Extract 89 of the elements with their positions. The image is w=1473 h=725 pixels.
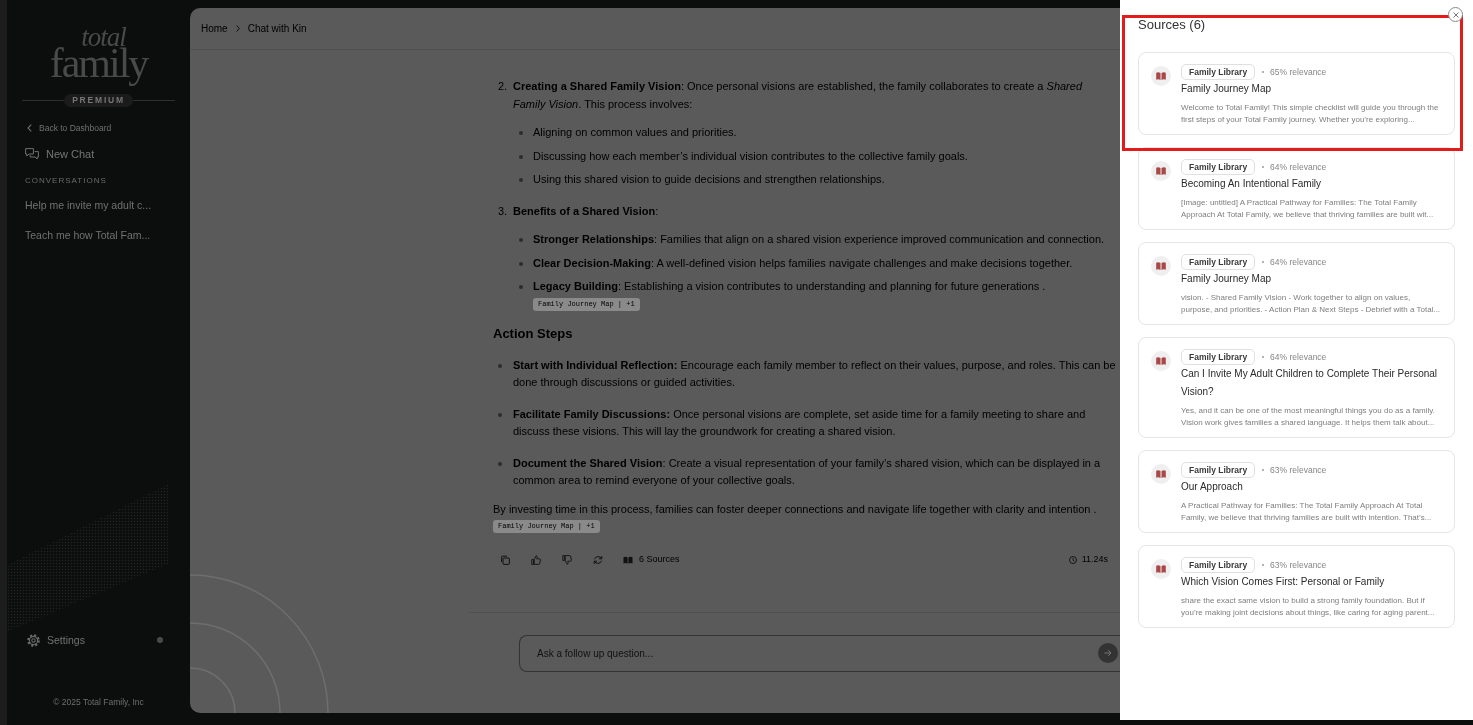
clock-icon xyxy=(1068,556,1077,564)
source-tag: Family Library xyxy=(1181,462,1256,478)
source-tag: Family Library xyxy=(1181,64,1256,80)
source-card[interactable]: Family Library 64% relevance Family Journey Map vision. - Shared Family Vision - Work together to align on values, purpose, and priorities. - Action Plan & Next Steps - Debrief with a Total... xyxy=(1138,242,1455,325)
relevance-text: 63% relevance xyxy=(1270,559,1327,571)
send-button[interactable] xyxy=(1098,643,1118,663)
source-tag: Family Library xyxy=(1181,254,1256,270)
open-book-icon xyxy=(1151,66,1171,86)
list-item-text: Creating a Shared Family Vision: Once personal visions are established, the family collaborates to create a Shared Family Vision. This process involves: xyxy=(513,79,1084,112)
logo: total family xyxy=(49,24,148,84)
source-snippet: vision. - Shared Family Vision - Work together to align on values, purpose, and priorities. - Action Plan & Next Steps - Debrief with a Total... xyxy=(1181,292,1442,316)
copy-icon xyxy=(500,555,510,565)
section-label: CONVERSATIONS xyxy=(25,176,107,186)
new-chat-button[interactable]: New Chat xyxy=(25,146,95,162)
conversation-item[interactable]: Teach me how Total Fam... xyxy=(17,221,180,249)
panel-title: Sources (6) xyxy=(1138,17,1207,33)
plan-badge: PREMIUM xyxy=(64,94,133,107)
open-book-icon xyxy=(1151,351,1171,371)
list-item-text: Aligning on common values and priorities. xyxy=(533,125,738,140)
relevance-text: 65% relevance xyxy=(1270,66,1327,78)
source-card[interactable] xyxy=(1138,337,1455,438)
source-title: Family Journey Map xyxy=(1181,272,1273,286)
open-book-icon xyxy=(1151,464,1171,484)
list-number: 3. xyxy=(497,203,509,219)
list-item-text: Using this shared vision to guide decisions and strengthen relationships. xyxy=(533,172,886,187)
source-snippet: Welcome to Total Family! This simple checklist will guide you through the first steps of your Total Family journey. Whether you’re exploring... xyxy=(1181,102,1440,126)
bullet-icon xyxy=(519,238,523,242)
bullet-icon xyxy=(498,412,502,417)
gear-icon xyxy=(27,633,40,647)
source-title: Family Journey Map xyxy=(1181,82,1273,96)
arrow-right-icon xyxy=(1104,649,1112,657)
list-item-text: Start with Individual Reflection: Encourage each family member to reflect on their values, purpose, and roles. This can be done through discussions or guided activities. xyxy=(513,357,1117,390)
bullet-icon xyxy=(519,154,523,159)
list-number: 2. xyxy=(497,79,509,94)
list-item-text: Benefits of a Shared Vision: xyxy=(513,203,660,219)
close-button[interactable] xyxy=(1448,7,1463,22)
list-item-text: Document the Shared Vision: Create a visual representation of your family’s shared vision, which can be displayed in a common area to remind everyone of your collective goals. xyxy=(513,455,1102,488)
source-tag: Family Library xyxy=(1181,557,1256,573)
refresh-icon xyxy=(593,555,603,565)
bullet-icon xyxy=(519,285,523,289)
section-heading: Action Steps xyxy=(493,324,574,343)
bullet-icon xyxy=(519,261,523,266)
conversation-item[interactable]: Help me invite my adult c... xyxy=(17,191,180,219)
paragraph-text: By investing time in this process, families can foster deeper connections and navigate life together with clarity and intention . xyxy=(493,501,1098,517)
response-time: 11.24s xyxy=(1081,553,1108,567)
chevron-left-icon xyxy=(27,124,32,132)
source-title: Our Approach xyxy=(1181,480,1244,494)
open-book-icon xyxy=(1151,161,1171,181)
list-item-text: Facilitate Family Discussions: Once personal visions are complete, set aside time for a family meeting to share and discuss these visions. This will lay the groundwork for creating a shared vision. xyxy=(513,406,1087,439)
breadcrumb-link[interactable]: Chat with Kin xyxy=(247,21,307,36)
bullet-icon xyxy=(519,131,523,135)
chat-bubbles-icon xyxy=(25,147,39,161)
close-icon xyxy=(1452,11,1459,18)
source-card[interactable]: Family Library 63% relevance Our Approach A Practical Pathway for Families: The Total Family Approach At Total Family, we believe that thriving families are built with intention. That’s... xyxy=(1138,450,1455,533)
list-item-text: Legacy Building: Establishing a vision contributes to understanding and planning for future generations . xyxy=(533,279,1047,294)
source-card[interactable]: Family Library 65% relevance Family Journey Map Welcome to Total Family! This simple checklist will guide you through the first steps of your Total Family journey. Whether you’re exploring... xyxy=(1138,52,1455,135)
bullet-icon xyxy=(519,178,523,182)
list-item-text: Clear Decision-Making: A well-defined vision helps families navigate challenges and make decisions together. xyxy=(533,255,1074,271)
source-tag: Family Library xyxy=(1181,159,1256,175)
thumbs-up-icon xyxy=(531,555,541,565)
source-card[interactable] xyxy=(1138,545,1455,628)
relevance-text: 63% relevance xyxy=(1270,464,1327,476)
copyright-text: © 2025 Total Family, Inc xyxy=(52,696,145,708)
bullet-icon xyxy=(498,461,502,466)
source-snippet: Yes, and it can be one of the most meaningful things you do as a family. Vision work gives families a shared language. It helps them talk about... xyxy=(1181,405,1436,429)
relevance-text: 64% relevance xyxy=(1270,161,1327,173)
chevron-right-icon xyxy=(235,25,240,32)
relevance-text: 64% relevance xyxy=(1270,256,1327,268)
list-item-text: Stronger Relationships: Families that align on a shared vision experience improved communication and connection. xyxy=(533,232,1106,247)
source-card[interactable] xyxy=(1138,147,1455,230)
back-link[interactable]: Back to Dashboard xyxy=(27,122,112,134)
sources-button[interactable]: 6 Sources xyxy=(621,550,682,570)
source-tag: Family Library xyxy=(1181,349,1256,365)
open-book-icon xyxy=(1151,256,1171,276)
breadcrumb-link[interactable]: Home xyxy=(201,21,228,36)
source-title: Which Vision Comes First: Personal or Family xyxy=(1181,575,1386,589)
source-title: Becoming An Intentional Family xyxy=(1181,177,1323,191)
settings-button[interactable]: Settings xyxy=(27,633,85,647)
source-snippet: A Practical Pathway for Families: The Total Family Approach At Total Family, we believe that thriving families are built with intention. That’s... xyxy=(1181,500,1433,524)
source-snippet: [Image: untitled] A Practical Pathway for Families: The Total Family Approach At Total Family, we believe that thriving families are built wit... xyxy=(1181,197,1435,221)
thumbs-down-icon xyxy=(562,555,572,565)
source-snippet: share the exact same vision to build a strong family foundation. But if you’re making joint decisions about things, like caring for aging parent... xyxy=(1181,595,1436,619)
open-book-icon xyxy=(623,556,633,564)
list-item-text: Discussing how each member’s individual vision contributes to the collective family goals. xyxy=(533,148,969,164)
relevance-text: 64% relevance xyxy=(1270,351,1327,363)
open-book-icon xyxy=(1151,559,1171,579)
bullet-icon xyxy=(498,363,502,368)
source-title: Can I Invite My Adult Children to Complete Their Personal Vision? xyxy=(1181,367,1439,399)
follow-up-input[interactable]: Ask a follow up question... xyxy=(519,635,1120,672)
